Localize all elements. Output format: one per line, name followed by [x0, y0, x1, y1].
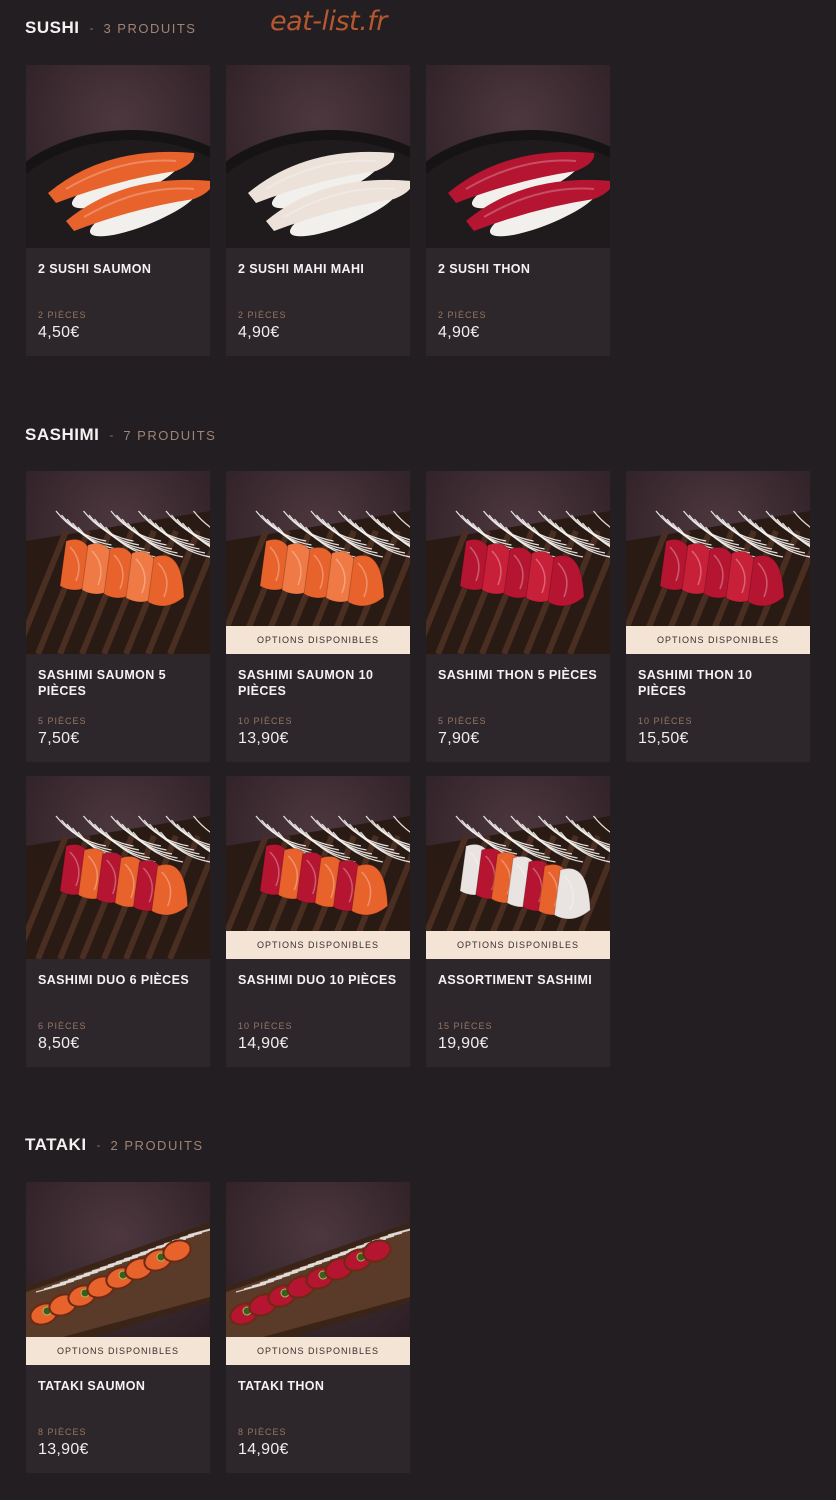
product-pieces: 2 PIÈCES: [238, 310, 287, 320]
product-pieces: 8 PIÈCES: [38, 1427, 87, 1437]
product-image[interactable]: [426, 65, 610, 248]
product-image[interactable]: OPTIONS DISPONIBLES: [226, 471, 410, 654]
watermark: eat-list.fr: [270, 6, 387, 37]
product-name: SASHIMI DUO 6 PIÈCES: [38, 973, 190, 987]
product-image[interactable]: OPTIONS DISPONIBLES: [226, 1182, 410, 1365]
product-price: 8,50€: [38, 1035, 80, 1052]
product-pieces: 2 PIÈCES: [38, 310, 87, 320]
section-title: SASHIMI: [25, 425, 100, 444]
product-card[interactable]: 2 SUSHI THON 2 PIÈCES 4,90€: [426, 65, 610, 356]
product-name: SASHIMI SAUMON 10 PIÈCES: [238, 668, 374, 698]
section-header-tataki: TATAKI - 2 PRODUITS: [25, 1135, 204, 1155]
product-image[interactable]: OPTIONS DISPONIBLES: [26, 1182, 210, 1365]
product-pieces: 6 PIÈCES: [38, 1021, 87, 1031]
product-name: TATAKI SAUMON: [38, 1379, 146, 1393]
section-header-sushi: SUSHI - 3 PRODUITS: [25, 18, 196, 38]
product-price: 7,50€: [38, 730, 80, 747]
product-name: 2 SUSHI MAHI MAHI: [238, 262, 365, 276]
section-header-sashimi: SASHIMI - 7 PRODUITS: [25, 425, 216, 445]
product-card[interactable]: OPTIONS DISPONIBLES SASHIMI THON 10 PIÈC…: [626, 471, 810, 762]
product-price: 14,90€: [238, 1441, 289, 1458]
product-price: 4,50€: [38, 324, 80, 341]
product-pieces: 2 PIÈCES: [438, 310, 487, 320]
product-image[interactable]: OPTIONS DISPONIBLES: [626, 471, 810, 654]
product-grid-sashimi: SASHIMI SAUMON 5 PIÈCES 5 PIÈCES 7,50€ O…: [26, 471, 810, 1067]
options-available-badge: OPTIONS DISPONIBLES: [226, 931, 410, 959]
product-pieces: 10 PIÈCES: [638, 716, 693, 726]
product-card[interactable]: OPTIONS DISPONIBLES TATAKI SAUMON 8 PIÈC…: [26, 1182, 210, 1473]
section-count: 2 PRODUITS: [110, 1137, 204, 1153]
product-price: 4,90€: [238, 324, 280, 341]
product-price: 7,90€: [438, 730, 480, 747]
product-card[interactable]: 2 SUSHI SAUMON 2 PIÈCES 4,50€: [26, 65, 210, 356]
product-price: 14,90€: [238, 1035, 289, 1052]
product-price: 4,90€: [438, 324, 480, 341]
product-card[interactable]: SASHIMI THON 5 PIÈCES 5 PIÈCES 7,90€: [426, 471, 610, 762]
product-name: SASHIMI DUO 10 PIÈCES: [238, 973, 397, 987]
product-card[interactable]: SASHIMI DUO 6 PIÈCES 6 PIÈCES 8,50€: [26, 776, 210, 1067]
product-grid-tataki: OPTIONS DISPONIBLES TATAKI SAUMON 8 PIÈC…: [26, 1182, 810, 1473]
product-pieces: 5 PIÈCES: [438, 716, 487, 726]
product-name: SASHIMI SAUMON 5 PIÈCES: [38, 668, 166, 698]
product-card[interactable]: SASHIMI SAUMON 5 PIÈCES 5 PIÈCES 7,50€: [26, 471, 210, 762]
product-image[interactable]: [26, 65, 210, 248]
product-card[interactable]: OPTIONS DISPONIBLES ASSORTIMENT SASHIMI …: [426, 776, 610, 1067]
product-price: 15,50€: [638, 730, 689, 747]
product-image[interactable]: [26, 776, 210, 959]
product-card[interactable]: OPTIONS DISPONIBLES SASHIMI SAUMON 10 PI…: [226, 471, 410, 762]
options-available-badge: OPTIONS DISPONIBLES: [426, 931, 610, 959]
options-available-badge: OPTIONS DISPONIBLES: [26, 1337, 210, 1365]
product-image[interactable]: [426, 471, 610, 654]
section-count: 3 PRODUITS: [103, 20, 197, 36]
product-pieces: 5 PIÈCES: [38, 716, 87, 726]
product-card[interactable]: OPTIONS DISPONIBLES SASHIMI DUO 10 PIÈCE…: [226, 776, 410, 1067]
product-grid-sushi: 2 SUSHI SAUMON 2 PIÈCES 4,50€ 2 SUSHI MA…: [26, 65, 810, 356]
product-card[interactable]: 2 SUSHI MAHI MAHI 2 PIÈCES 4,90€: [226, 65, 410, 356]
product-price: 19,90€: [438, 1035, 489, 1052]
section-separator: -: [96, 1138, 101, 1152]
product-name: ASSORTIMENT SASHIMI: [438, 973, 593, 987]
product-pieces: 10 PIÈCES: [238, 1021, 293, 1031]
section-separator: -: [109, 428, 114, 442]
product-pieces: 15 PIÈCES: [438, 1021, 493, 1031]
product-price: 13,90€: [238, 730, 289, 747]
product-name: 2 SUSHI SAUMON: [38, 262, 152, 276]
options-available-badge: OPTIONS DISPONIBLES: [226, 1337, 410, 1365]
product-card[interactable]: OPTIONS DISPONIBLES TATAKI THON 8 PIÈCES…: [226, 1182, 410, 1473]
product-name: SASHIMI THON 10 PIÈCES: [638, 668, 753, 698]
section-title: TATAKI: [25, 1135, 87, 1154]
section-title: SUSHI: [25, 18, 80, 37]
options-available-badge: OPTIONS DISPONIBLES: [226, 626, 410, 654]
options-available-badge: OPTIONS DISPONIBLES: [626, 626, 810, 654]
product-image[interactable]: OPTIONS DISPONIBLES: [226, 776, 410, 959]
section-count: 7 PRODUITS: [123, 427, 217, 443]
product-pieces: 10 PIÈCES: [238, 716, 293, 726]
product-pieces: 8 PIÈCES: [238, 1427, 287, 1437]
product-name: SASHIMI THON 5 PIÈCES: [438, 668, 598, 682]
product-price: 13,90€: [38, 1441, 89, 1458]
product-name: TATAKI THON: [238, 1379, 325, 1393]
product-name: 2 SUSHI THON: [438, 262, 531, 276]
product-image[interactable]: OPTIONS DISPONIBLES: [426, 776, 610, 959]
section-separator: -: [89, 21, 94, 35]
product-image[interactable]: [226, 65, 410, 248]
product-image[interactable]: [26, 471, 210, 654]
